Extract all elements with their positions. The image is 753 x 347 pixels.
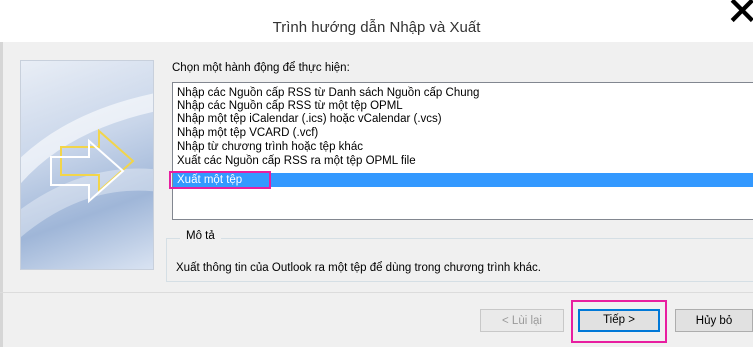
list-item[interactable]: Nhập từ chương trình hoặc tệp khác: [177, 140, 363, 154]
list-item[interactable]: Xuất các Nguồn cấp RSS ra một tệp OPML f…: [177, 154, 416, 168]
left-border: [0, 42, 3, 347]
button-separator: [0, 292, 753, 293]
window-title: Trình hướng dẫn Nhập và Xuất: [272, 19, 481, 36]
close-icon[interactable]: ×: [725, 0, 753, 30]
import-export-wizard-dialog: Trình hướng dẫn Nhập và Xuất × Chọn một …: [0, 0, 753, 347]
description-label: Mô tả: [180, 230, 221, 242]
list-item[interactable]: Nhập một tệp VCARD (.vcf): [177, 126, 318, 140]
cancel-button[interactable]: Hủy bỏ: [675, 309, 753, 332]
selected-item-highlight-box: [169, 171, 271, 189]
description-group: [166, 238, 753, 282]
list-item[interactable]: Nhập các Nguồn cấp RSS từ một tệp OPML: [177, 99, 403, 113]
list-item[interactable]: Nhập các Nguồn cấp RSS từ Danh sách Nguồ…: [177, 86, 479, 100]
next-button-highlight-box: [571, 300, 667, 343]
title-bar: Trình hướng dẫn Nhập và Xuất: [0, 0, 753, 42]
wizard-arrow-illustration: [20, 60, 154, 270]
description-text: Xuất thông tin của Outlook ra một tệp để…: [176, 262, 541, 274]
action-prompt: Chọn một hành động để thực hiện:: [172, 62, 350, 74]
list-item[interactable]: Nhập một tệp iCalendar (.ics) hoặc vCale…: [177, 112, 442, 126]
action-listbox[interactable]: Nhập các Nguồn cấp RSS từ Danh sách Nguồ…: [172, 82, 753, 220]
back-button[interactable]: < Lùi lại: [480, 309, 564, 332]
